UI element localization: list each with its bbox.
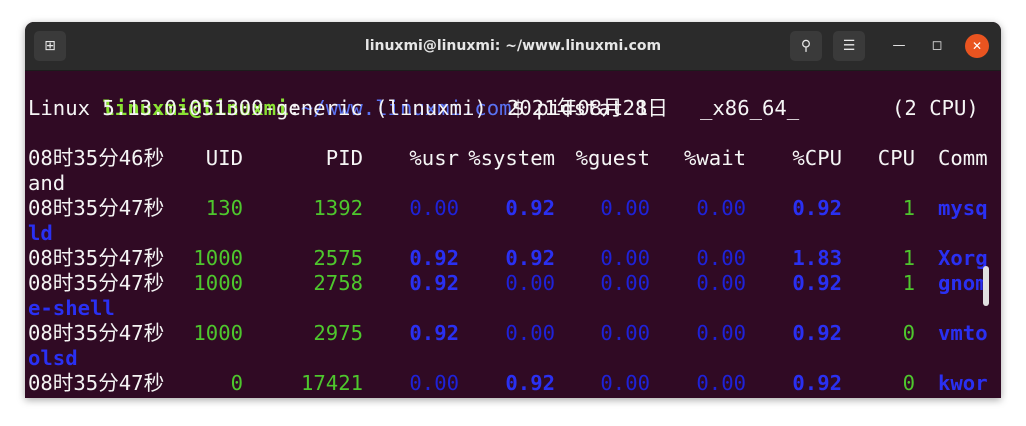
cell-uid: 130 <box>205 196 243 220</box>
table-row: 08时35分47秒 1000 2575 0.92 0.92 0.00 0.00 1.83 1 Xo… <box>28 246 988 271</box>
cell-pid: 1392 <box>313 196 363 220</box>
cell-time: 08时35分47秒 <box>28 196 165 220</box>
search-button[interactable]: ⚲ <box>790 31 822 61</box>
cell-comm-a: mysq <box>938 196 988 220</box>
cell-wait: 0.00 <box>696 246 746 270</box>
cell-guest: 0.00 <box>600 371 650 395</box>
cell-uid: 0 <box>230 371 243 395</box>
sysinfo-kernel: Linux 5.13.0-051300-generic (linuxmi) <box>28 96 487 120</box>
cell-system: 0.00 <box>505 271 555 295</box>
maximize-button[interactable]: ◻ <box>925 34 949 58</box>
cell-cpu: 0 <box>902 371 915 395</box>
cell-usr: 0.92 <box>409 321 459 345</box>
table-row: 08时35分47秒 1000 2758 0.92 0.00 0.00 0.00 0.92 1 gn… <box>28 271 988 296</box>
cell-time: 08时35分47秒 <box>28 371 165 395</box>
cell-usr: 0.92 <box>409 271 459 295</box>
header-command: Comm <box>938 146 988 170</box>
cell-usr: 0.00 <box>409 371 459 395</box>
cell-wait: 0.00 <box>696 271 746 295</box>
header-uid: UID <box>205 146 243 170</box>
cell-time: 08时35分47秒 <box>28 246 165 270</box>
cell-cpu-pct: 0.92 <box>792 321 842 345</box>
cell-pid: 17421 <box>301 371 363 395</box>
cell-guest: 0.00 <box>600 271 650 295</box>
cell-system: 0.92 <box>505 371 555 395</box>
cell-guest: 0.00 <box>600 321 650 345</box>
cell-uid: 1000 <box>193 246 243 270</box>
terminal-output[interactable]: linuxmi@linuxmi:~/www.linuxmi.com$ pidst… <box>25 71 991 398</box>
header-command-wrap: and <box>28 171 66 195</box>
prompt-line: linuxmi@linuxmi:~/www.linuxmi.com$ pidst… <box>28 71 648 120</box>
cell-cpu-pct: 0.92 <box>792 271 842 295</box>
header-cpu-pct: %CPU <box>792 146 842 170</box>
cell-pid: 2575 <box>313 246 363 270</box>
cell-comm-a: kwor <box>938 371 988 395</box>
table-row: 08时35分47秒 130 1392 0.00 0.92 0.00 0.00 0.92 1 mys… <box>28 196 988 221</box>
cell-cpu: 1 <box>902 271 915 295</box>
header-guest: %guest <box>575 146 650 170</box>
cell-usr: 0.00 <box>409 196 459 220</box>
header-wait: %wait <box>684 146 746 170</box>
cell-wait: 0.00 <box>696 196 746 220</box>
minimize-icon: — <box>892 38 906 53</box>
cell-cpu-pct: 0.92 <box>792 196 842 220</box>
close-icon: ✕ <box>971 39 983 53</box>
table-header: 08时35分46秒 UID PID %usr %system %guest %w… <box>28 146 988 171</box>
table-row: 08时35分47秒 0 17421 0.00 0.92 0.00 0.00 0.92 0 kwor <box>28 371 988 396</box>
cell-comm-a: Xorg <box>938 246 988 270</box>
header-pid: PID <box>325 146 363 170</box>
menu-button[interactable]: ☰ <box>833 31 865 61</box>
menu-icon: ☰ <box>842 38 856 54</box>
close-button[interactable]: ✕ <box>965 34 989 58</box>
cell-system: 0.92 <box>505 196 555 220</box>
cell-command-wrap: ld <box>28 221 53 245</box>
cell-guest: 0.00 <box>600 196 650 220</box>
cell-wait: 0.00 <box>696 371 746 395</box>
cell-time: 08时35分47秒 <box>28 321 165 345</box>
cell-cpu: 0 <box>902 321 915 345</box>
cell-command-wrap: olsd <box>28 346 78 370</box>
cell-usr: 0.92 <box>409 246 459 270</box>
header-usr: %usr <box>409 146 459 170</box>
cell-pid: 2975 <box>313 321 363 345</box>
cell-uid: 1000 <box>193 321 243 345</box>
terminal-window: ⊞ linuxmi@linuxmi: ~/www.linuxmi.com ⚲ ☰… <box>25 22 1001 398</box>
minimize-button[interactable]: — <box>887 34 911 58</box>
cell-cpu: 1 <box>902 196 915 220</box>
cell-cpu: 1 <box>902 246 915 270</box>
header-system: %system <box>468 146 555 170</box>
header-time: 08时35分46秒 <box>28 146 165 170</box>
cell-wait: 0.00 <box>696 321 746 345</box>
cell-uid: 1000 <box>193 271 243 295</box>
scrollbar-thumb[interactable] <box>983 266 989 306</box>
cell-system: 0.92 <box>505 246 555 270</box>
cell-cpu-pct: 1.83 <box>792 246 842 270</box>
cell-cpu-pct: 0.92 <box>792 371 842 395</box>
cell-pid: 2758 <box>313 271 363 295</box>
sysinfo-arch: _x86_64_ <box>700 96 800 120</box>
cell-command-wrap: e-shell <box>28 296 115 320</box>
search-icon: ⚲ <box>800 38 812 54</box>
cell-guest: 0.00 <box>600 246 650 270</box>
cell-comm-a: vmto <box>938 321 988 345</box>
cell-time: 08时35分47秒 <box>28 271 165 295</box>
table-row: 08时35分47秒 1000 2975 0.92 0.00 0.00 0.00 0.92 0 vm… <box>28 321 988 346</box>
sysinfo-line: Linux 5.13.0-051300-generic (linuxmi) 20… <box>28 96 988 121</box>
maximize-icon: ◻ <box>931 38 943 53</box>
sysinfo-cpus: (2 CPU) <box>892 96 979 120</box>
title-bar: ⊞ linuxmi@linuxmi: ~/www.linuxmi.com ⚲ ☰… <box>25 22 1001 71</box>
cell-comm-a: gnom <box>938 271 988 295</box>
header-cpu: CPU <box>877 146 915 170</box>
cell-system: 0.00 <box>505 321 555 345</box>
sysinfo-date: 2021年08月28日 <box>507 96 668 120</box>
